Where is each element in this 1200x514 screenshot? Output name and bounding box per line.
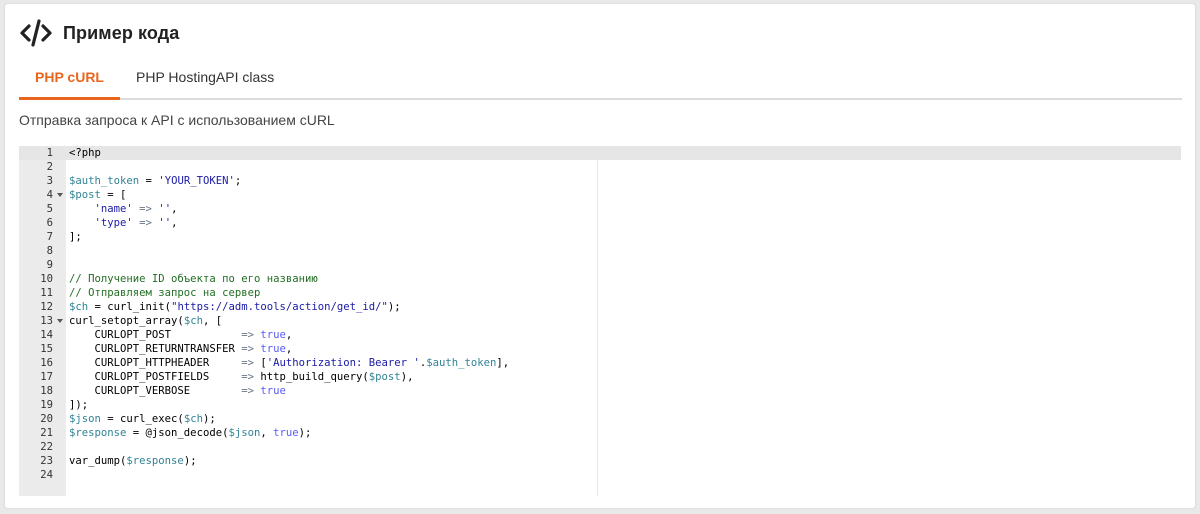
line-number: 5 <box>46 203 53 215</box>
code-text: $json = curl_exec($ch); <box>69 413 216 425</box>
line-number: 9 <box>46 259 53 271</box>
code-line: 23 var_dump($response); <box>19 454 1181 468</box>
code-line: 4 $post = [ <box>19 188 1181 202</box>
line-number: 13 <box>40 315 53 327</box>
code-line: 12 $ch = curl_init("https://adm.tools/act… <box>19 300 1181 314</box>
line-number: 2 <box>46 161 53 173</box>
line-number: 10 <box>40 273 53 285</box>
tab-php-curl[interactable]: PHP cURL <box>19 56 120 100</box>
fold-arrow-icon[interactable] <box>57 193 63 197</box>
code-editor[interactable]: 1 <?php 2 3 $auth_token = 'YOUR_TOKEN'; 4 $pos… <box>19 146 1181 496</box>
code-line: 10 // Получение ID объекта по его названи… <box>19 272 1181 286</box>
code-text: ]; <box>69 231 82 243</box>
code-text: $post = [ <box>69 189 127 201</box>
line-number: 23 <box>40 455 53 467</box>
code-text: // Отправляем запрос на сервер <box>69 287 261 299</box>
line-number: 4 <box>46 189 53 201</box>
line-number: 17 <box>40 371 53 383</box>
code-line: 7]; <box>19 230 1181 244</box>
code-line: 21 $response = @json_decode($json, true); <box>19 426 1181 440</box>
code-line: 3 $auth_token = 'YOUR_TOKEN'; <box>19 174 1181 188</box>
code-text: ]); <box>69 399 89 411</box>
code-text: CURLOPT_POST => true, <box>69 329 293 341</box>
line-number: 20 <box>40 413 53 425</box>
line-number: 8 <box>46 245 53 257</box>
line-number: 14 <box>40 329 53 341</box>
code-text: // Получение ID объекта по его названию <box>69 273 318 285</box>
code-example-card: Пример кода PHP cURL PHP HostingAPI clas… <box>5 4 1195 508</box>
line-number: 21 <box>40 427 53 439</box>
code-line: 19]); <box>19 398 1181 412</box>
code-icon <box>19 18 53 48</box>
code-line: 15 CURLOPT_RETURNTRANSFER => true, <box>19 342 1181 356</box>
code-text: 'name' => '', <box>94 203 178 215</box>
code-line: 13 curl_setopt_array($ch, [ <box>19 314 1181 328</box>
line-number: 11 <box>40 287 53 299</box>
code-text: $response = @json_decode($json, true); <box>69 427 312 439</box>
code-line: 1 <?php <box>19 146 1181 160</box>
code-text: <?php <box>69 147 101 159</box>
code-line: 9 <box>19 258 1181 272</box>
card-title: Пример кода <box>63 22 180 43</box>
line-number: 22 <box>40 441 53 453</box>
fold-arrow-icon[interactable] <box>57 319 63 323</box>
example-description: Отправка запроса к API с использованием … <box>19 112 335 128</box>
line-number: 12 <box>40 301 53 313</box>
tab-php-hostingapi-class[interactable]: PHP HostingAPI class <box>136 56 274 98</box>
code-line: 2 <box>19 160 1181 174</box>
code-line: 6 'type' => '', <box>19 216 1181 230</box>
line-number: 7 <box>46 231 53 243</box>
line-number: 15 <box>40 343 53 355</box>
code-text: $auth_token = 'YOUR_TOKEN'; <box>69 175 242 187</box>
code-text: CURLOPT_POSTFIELDS => http_build_query($… <box>69 371 414 383</box>
language-tabs: PHP cURL PHP HostingAPI class <box>19 56 1182 100</box>
code-line: 14 CURLOPT_POST => true, <box>19 328 1181 342</box>
line-number: 6 <box>46 217 53 229</box>
code-line: 16 CURLOPT_HTTPHEADER => ['Authorization… <box>19 356 1181 370</box>
line-number: 1 <box>46 147 53 159</box>
code-line: 20 $json = curl_exec($ch); <box>19 412 1181 426</box>
code-line: 8 <box>19 244 1181 258</box>
code-text: CURLOPT_HTTPHEADER => ['Authorization: B… <box>69 357 510 369</box>
line-number: 18 <box>40 385 53 397</box>
code-line: 17 CURLOPT_POSTFIELDS => http_build_quer… <box>19 370 1181 384</box>
line-number: 3 <box>46 175 53 187</box>
code-line: 5 'name' => '', <box>19 202 1181 216</box>
code-text: 'type' => '', <box>94 217 178 229</box>
code-line: 24 <box>19 468 1181 482</box>
code-line: 18 CURLOPT_VERBOSE => true <box>19 384 1181 398</box>
line-number: 24 <box>40 469 53 481</box>
code-line: 11 // Отправляем запрос на сервер <box>19 286 1181 300</box>
card-header: Пример кода <box>19 18 179 48</box>
line-number: 16 <box>40 357 53 369</box>
code-text: $ch = curl_init("https://adm.tools/actio… <box>69 301 401 313</box>
code-line: 22 <box>19 440 1181 454</box>
code-text: CURLOPT_RETURNTRANSFER => true, <box>69 343 293 355</box>
code-text: curl_setopt_array($ch, [ <box>69 315 223 327</box>
line-number: 19 <box>40 399 53 411</box>
code-text: var_dump($response); <box>69 455 197 467</box>
code-text: CURLOPT_VERBOSE => true <box>69 385 286 397</box>
